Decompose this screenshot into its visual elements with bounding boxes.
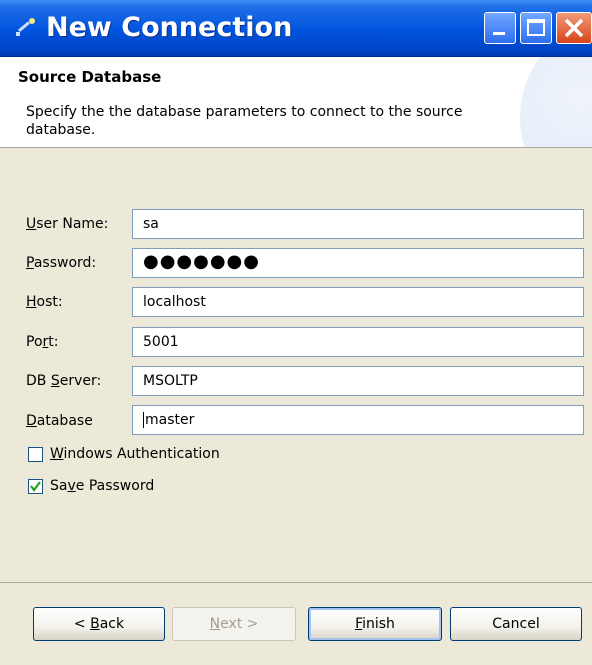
- maximize-button[interactable]: [520, 12, 552, 44]
- password-label: Password:: [26, 255, 97, 271]
- save-password-label: Save Password: [50, 478, 155, 494]
- page-title: Source Database: [18, 68, 162, 86]
- windows-auth-checkbox[interactable]: [28, 447, 43, 462]
- close-icon: [564, 18, 584, 38]
- banner-decoration: [520, 57, 592, 147]
- maximize-icon: [527, 19, 545, 36]
- database-value: master: [145, 412, 195, 428]
- password-value: ●●●●●●●: [143, 251, 260, 272]
- port-value: 5001: [143, 334, 179, 350]
- next-button[interactable]: Next >: [172, 607, 296, 641]
- port-input[interactable]: 5001: [132, 327, 584, 357]
- host-label: Host:: [26, 294, 63, 310]
- user-name-label: User Name:: [26, 216, 109, 232]
- button-bar: < Back Next > Finish Cancel: [0, 583, 592, 665]
- db-server-input[interactable]: MSOLTP: [132, 366, 584, 396]
- checkmark-icon: [30, 481, 41, 492]
- minimize-icon: [493, 32, 505, 35]
- wizard-icon: [16, 18, 35, 36]
- back-button[interactable]: < Back: [33, 607, 165, 641]
- minimize-button[interactable]: [484, 12, 516, 44]
- wizard-banner: Source Database Specify the the database…: [0, 57, 592, 148]
- database-input[interactable]: master: [132, 405, 584, 435]
- dialog-window: New Connection Source Database Specify t…: [0, 0, 592, 665]
- db-server-label: DB Server:: [26, 373, 102, 389]
- password-input[interactable]: ●●●●●●●: [132, 248, 584, 278]
- finish-button[interactable]: Finish: [308, 607, 442, 641]
- close-button[interactable]: [556, 12, 592, 44]
- user-name-value: sa: [143, 216, 159, 232]
- window-title: New Connection: [46, 12, 293, 43]
- connection-form: User Name: sa Password: ●●●●●●● Host: lo…: [0, 148, 592, 583]
- user-name-input[interactable]: sa: [132, 209, 584, 239]
- windows-auth-label: Windows Authentication: [50, 446, 220, 462]
- port-label: Port:: [26, 334, 59, 350]
- host-input[interactable]: localhost: [132, 287, 584, 317]
- page-description: Specify the the database parameters to c…: [26, 104, 463, 138]
- cancel-button[interactable]: Cancel: [450, 607, 582, 641]
- host-value: localhost: [143, 294, 206, 310]
- text-cursor: [143, 412, 144, 428]
- db-server-value: MSOLTP: [143, 373, 198, 389]
- save-password-checkbox[interactable]: [28, 479, 43, 494]
- database-label: Database: [26, 413, 93, 429]
- title-bar[interactable]: New Connection: [0, 0, 592, 57]
